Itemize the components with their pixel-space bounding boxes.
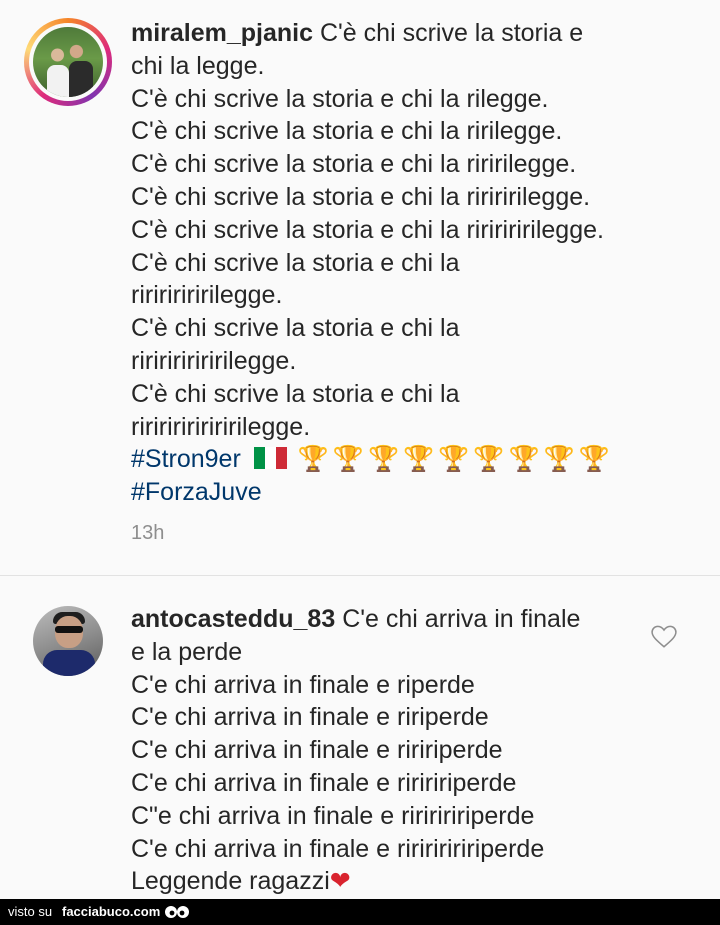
username-link[interactable]: miralem_pjanic bbox=[131, 19, 313, 47]
comment-line: e la perde bbox=[131, 637, 243, 666]
comment-line: C'è chi scrive la storia e chi la ririri… bbox=[131, 150, 577, 179]
trophy-icon: 🏆 bbox=[578, 445, 610, 474]
comment-line: C'è chi scrive la storia e chi la bbox=[131, 314, 460, 343]
comment-line: C'e chi arriva in finale e ririririririp… bbox=[131, 834, 545, 863]
comment-line: C'e chi arriva in finale e ririririperde bbox=[131, 768, 517, 797]
comment-line: C'è chi scrive la storia e chi la bbox=[131, 248, 460, 277]
italy-flag-icon bbox=[253, 445, 287, 470]
divider bbox=[0, 575, 720, 576]
trophy-row: 🏆 🏆 🏆 🏆 🏆 🏆 🏆 🏆 🏆 bbox=[294, 443, 610, 476]
footer-bar: visto su facciabuco.com bbox=[0, 899, 720, 925]
comment-line: C'è chi scrive la storia e chi la ririri… bbox=[131, 182, 591, 211]
comment-line: C'è chi scrive la storia e chi la rilegg… bbox=[131, 84, 549, 113]
footer-site-logo[interactable]: facciabuco.com bbox=[62, 899, 160, 925]
comment-line: C'e chi arriva in finale e riririperde bbox=[131, 736, 503, 765]
comment-line: C'è chi scrive la storia e chi la bbox=[131, 379, 460, 408]
comment-line: C"e chi arriva in finale e riririririper… bbox=[131, 801, 535, 830]
comment-line: ririririririlegge. bbox=[131, 281, 283, 310]
trophy-icon: 🏆 bbox=[403, 445, 435, 474]
avatar[interactable] bbox=[33, 27, 103, 97]
hashtag-link[interactable]: #ForzaJuve bbox=[131, 476, 671, 509]
avatar[interactable] bbox=[33, 606, 103, 676]
trophy-icon: 🏆 bbox=[543, 445, 575, 474]
trophy-icon: 🏆 bbox=[367, 445, 400, 474]
trophy-icon: 🏆 bbox=[473, 445, 505, 474]
comment-line: C'è chi scrive la storia e bbox=[319, 19, 584, 47]
comment-text: antocasteddu_83 C'e chi arriva in finale… bbox=[131, 603, 671, 898]
comment-line: ririririririririlegge. bbox=[131, 412, 311, 441]
trophy-icon: 🏆 bbox=[297, 445, 329, 474]
footer-visto: visto su bbox=[8, 904, 53, 919]
comment-line: C'e chi arriva in finale e ririperde bbox=[131, 703, 489, 732]
eyes-logo-icon bbox=[165, 906, 189, 918]
trophy-icon: 🏆 bbox=[332, 445, 364, 474]
trophy-icon: 🏆 bbox=[508, 445, 540, 474]
comment-line: C'è chi scrive la storia e chi la ririle… bbox=[131, 117, 563, 146]
username-link[interactable]: antocasteddu_83 bbox=[131, 605, 335, 633]
red-heart-emoji: ❤ bbox=[329, 867, 351, 896]
heart-icon[interactable] bbox=[651, 625, 677, 649]
comment-line: C'è chi scrive la storia e chi la ririri… bbox=[131, 215, 604, 244]
comment-line: Leggende ragazzi bbox=[131, 867, 330, 896]
comment-text: miralem_pjanic C'è chi scrive la storia … bbox=[131, 17, 671, 509]
comment-line: C'e chi arriva in finale bbox=[342, 605, 581, 633]
comment-timestamp[interactable]: 13h bbox=[131, 522, 164, 545]
trophy-icon: 🏆 bbox=[438, 445, 470, 474]
comment-line: riririririririlegge. bbox=[131, 346, 297, 375]
comment-line: chi la legge. bbox=[131, 51, 265, 80]
comment-line: C'e chi arriva in finale e riperde bbox=[131, 670, 475, 699]
hashtag-link[interactable]: #Stron9er bbox=[131, 445, 241, 473]
